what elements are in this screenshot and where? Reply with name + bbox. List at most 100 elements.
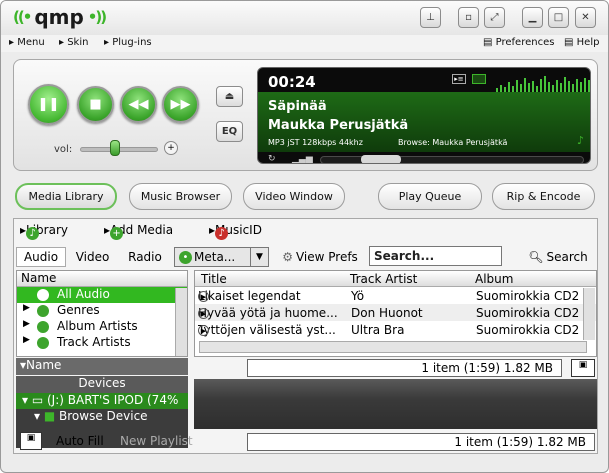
view-prefs-label: View Prefs xyxy=(295,250,358,264)
browse-device[interactable]: ▾ ■ Browse Device xyxy=(16,409,188,425)
tab-video-window[interactable]: Video Window xyxy=(243,183,345,210)
music-note-icon xyxy=(37,289,49,301)
menu-preferences[interactable]: ▤ Preferences xyxy=(483,37,554,48)
devices-header[interactable]: Devices xyxy=(16,376,188,393)
menu-help[interactable]: ▤ Help xyxy=(564,37,599,48)
auto-fill-button[interactable]: Auto Fill xyxy=(56,434,104,448)
metadata-icon: • xyxy=(179,250,192,264)
gear-icon: ⚙ xyxy=(282,250,293,264)
tab-rip-encode[interactable]: Rip & Encode xyxy=(492,183,595,210)
search-icon: 🔍︎ xyxy=(528,250,544,264)
expand-arrow-icon[interactable]: ▶ xyxy=(23,303,30,313)
tree-item-track-artists[interactable]: ▶ Track Artists xyxy=(17,335,187,349)
player-panel: ❚❚ ■ ◀◀ ▶▶ ⏏ EQ vol: + 00:24 ▸≡ Säpinää … xyxy=(13,59,598,171)
track-format: MP3 jST 128kbps 44khz xyxy=(268,138,363,147)
pin-icon[interactable]: ⊥ xyxy=(420,7,441,28)
spectrum-icon xyxy=(496,76,590,92)
play-icon[interactable]: ▶ xyxy=(198,325,209,336)
volume-label: vol: xyxy=(54,144,73,155)
add-media-link[interactable]: ▸ + Add Media xyxy=(104,223,173,240)
new-playlist-button[interactable]: New Playlist xyxy=(120,434,193,448)
status-top: 1 item (1:59) 1.82 MB xyxy=(247,359,562,377)
play-icon[interactable]: ▶ xyxy=(198,291,209,302)
now-playing-display: 00:24 ▸≡ Säpinää Maukka Perusjätkä MP3 j… xyxy=(257,67,591,164)
tab-music-browser[interactable]: Music Browser xyxy=(129,183,232,210)
title-bar[interactable]: ((• qmp •)) ⊥ ▫ ⤢ ▁ □ ✕ xyxy=(1,1,608,35)
menu-plugins[interactable]: ▸ Plug-ins xyxy=(104,37,152,48)
track-artist: Maukka Perusjätkä xyxy=(268,118,409,133)
media-library-panel: ▸ ♪ Library ▸ + Add Media ▸ ♪ MusicID Audio Vi… xyxy=(13,218,598,454)
volume-plus-icon[interactable]: + xyxy=(164,141,178,155)
search-button[interactable]: 🔍︎ Search xyxy=(526,247,590,267)
track-list-hscroll[interactable] xyxy=(199,341,587,353)
pause-button[interactable]: ❚❚ xyxy=(28,84,69,125)
folder-icon: ■ xyxy=(43,409,56,423)
genres-icon xyxy=(37,305,49,317)
metadata-dropdown[interactable]: • Meta... ▼ xyxy=(174,247,269,267)
wave-right-icon: •)) xyxy=(87,8,107,26)
seek-bar[interactable] xyxy=(320,156,584,163)
track-title: Säpinää xyxy=(268,99,327,114)
mini-mode-icon[interactable]: ▫ xyxy=(458,7,479,28)
queue-icon[interactable]: ▣ xyxy=(571,359,595,377)
filter-video[interactable]: Video xyxy=(70,247,115,267)
track-list: Title Track Artist Album ▶ Likaiset legen… xyxy=(194,270,597,357)
browse-text[interactable]: Browse: Maukka Perusjätkä xyxy=(398,138,507,147)
playlist-toggle-icon[interactable]: ▸≡ xyxy=(452,74,466,84)
column-title[interactable]: Title xyxy=(201,272,227,286)
category-tree: Name All Audio ▶ Genres ▶ Album Artists ▶ T… xyxy=(16,270,188,357)
play-icon[interactable]: ▶ xyxy=(198,308,209,319)
qmp-logo: ((• qmp •)) xyxy=(13,5,107,29)
menu-menu[interactable]: ▸ Menu xyxy=(9,37,45,48)
chevron-down-icon[interactable]: ▼ xyxy=(250,248,268,266)
tree-header[interactable]: Name xyxy=(17,271,187,287)
tree-item-genres[interactable]: ▶ Genres xyxy=(17,303,187,319)
repeat-icon[interactable]: ↻ xyxy=(268,154,276,163)
device-ipod[interactable]: ▾ ▭ (J:) BART'S IPOD (74% xyxy=(16,393,188,409)
qmp-window: ((• qmp •)) ⊥ ▫ ⤢ ▁ □ ✕ ▸ Menu ▸ Skin ▸ … xyxy=(0,0,609,473)
table-row[interactable]: ▶ Tyttöjen välisestä yst... Ultra Bra Suo… xyxy=(195,321,596,338)
elapsed-time[interactable]: 00:24 xyxy=(268,73,316,91)
view-prefs-button[interactable]: ⚙ View Prefs xyxy=(280,247,360,267)
library-link[interactable]: ▸ ♪ Library xyxy=(20,223,68,240)
track-list-vscroll[interactable] xyxy=(583,288,595,340)
playlist-icon[interactable]: ▣ xyxy=(20,432,42,450)
filter-radio[interactable]: Radio xyxy=(120,247,170,267)
filter-audio[interactable]: Audio xyxy=(16,247,66,267)
seek-knob[interactable] xyxy=(361,155,401,163)
stop-button[interactable]: ■ xyxy=(77,86,114,123)
playlist-name-header[interactable]: ▾Name xyxy=(16,358,188,375)
expand-arrow-icon[interactable]: ▶ xyxy=(23,335,30,345)
library-link-row: ▸ ♪ Library ▸ + Add Media ▸ ♪ MusicID xyxy=(14,219,597,241)
tab-media-library[interactable]: Media Library xyxy=(15,183,117,210)
tree-item-all-audio[interactable]: All Audio xyxy=(17,287,187,303)
musicid-icon[interactable]: ♪ xyxy=(577,134,586,147)
app-name: qmp xyxy=(34,5,84,29)
tree-item-album-artists[interactable]: ▶ Album Artists xyxy=(17,319,187,335)
artists-icon xyxy=(37,337,49,349)
previous-button[interactable]: ◀◀ xyxy=(120,86,157,123)
filter-row: Audio Video Radio • Meta... ▼ ⚙ View Pref… xyxy=(14,243,597,269)
status-bottom: 1 item (1:59) 1.82 MB xyxy=(247,433,595,451)
track-list-header: Title Track Artist Album xyxy=(195,271,596,287)
volume-slider-knob[interactable] xyxy=(110,140,120,156)
artists-icon xyxy=(37,321,49,333)
column-album[interactable]: Album xyxy=(475,272,513,286)
expand-arrow-icon[interactable]: ▶ xyxy=(23,319,30,329)
resize-mode-icon[interactable]: ⤢ xyxy=(484,7,505,28)
next-button[interactable]: ▶▶ xyxy=(162,86,199,123)
eject-button[interactable]: ⏏ xyxy=(216,86,243,107)
menu-skin[interactable]: ▸ Skin xyxy=(59,37,88,48)
column-track-artist[interactable]: Track Artist xyxy=(350,272,417,286)
visualizer-toggle-icon[interactable] xyxy=(472,74,486,84)
musicid-link[interactable]: ▸ ♪ MusicID xyxy=(209,223,262,240)
minimize-button[interactable]: ▁ xyxy=(522,7,543,28)
eq-button[interactable]: EQ xyxy=(216,121,243,142)
tree-scrollbar[interactable] xyxy=(175,288,187,356)
table-row[interactable]: ▶ Likaiset legendat Yö Suomirokkia CD2 xyxy=(195,287,596,304)
close-button[interactable]: ✕ xyxy=(575,7,596,28)
tab-play-queue[interactable]: Play Queue xyxy=(378,183,482,210)
maximize-button[interactable]: □ xyxy=(548,7,569,28)
table-row[interactable]: ▶ Hyvää yötä ja huome... Don Huonot Suomi… xyxy=(195,304,596,321)
search-input[interactable]: Search... xyxy=(369,246,502,266)
